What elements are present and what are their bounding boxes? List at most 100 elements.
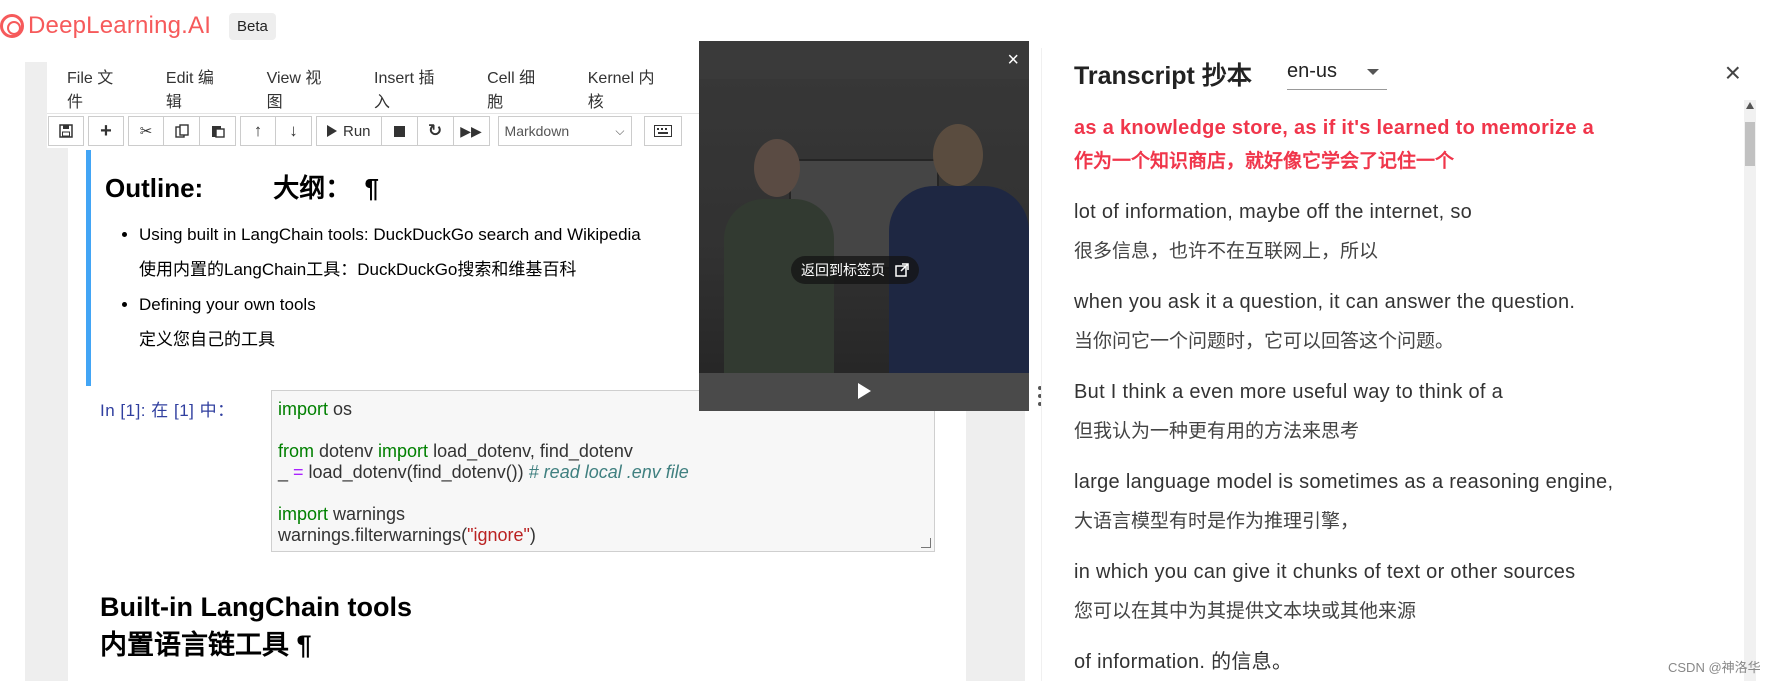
- transcript-close-button[interactable]: ×: [1725, 59, 1741, 87]
- segment-en: as a knowledge store, as if it's learned…: [1074, 117, 1595, 139]
- external-link-icon: [895, 263, 909, 277]
- stop-icon: [393, 125, 405, 137]
- transcript-scrollbar[interactable]: [1744, 100, 1756, 681]
- outline-heading: Outline: 大纲： ¶: [105, 168, 706, 205]
- code-token: =: [293, 462, 304, 482]
- code-editor[interactable]: import os from dotenv import load_dotenv…: [271, 390, 935, 552]
- arrow-down-icon: ↓: [289, 121, 298, 140]
- video-header: ×: [699, 41, 1029, 79]
- video-close-button[interactable]: ×: [1007, 50, 1019, 70]
- return-to-tab-button[interactable]: 返回到标签页: [791, 256, 919, 284]
- copy-icon: [174, 124, 189, 138]
- insert-cell-button[interactable]: +: [88, 116, 124, 146]
- transcript-list: as a knowledge store, as if it's learned…: [1074, 114, 1674, 681]
- language-select[interactable]: en-us: [1287, 54, 1387, 90]
- plus-icon: +: [100, 119, 112, 142]
- code-token: import: [278, 399, 329, 419]
- code-token: warnings: [328, 504, 406, 524]
- transcript-panel: Transcript 抄本 en-us × as a knowledge sto…: [1041, 48, 1779, 681]
- input-prompt: In [1]: 在 [1] 中：: [100, 401, 235, 420]
- code-token: import: [278, 504, 329, 524]
- notebook-toolbar: + ✂ ↑ ↓ Run ↻ ▶▶ Markdown ⌵: [47, 114, 707, 148]
- bullet-zh: 使用内置的LangChain工具：DuckDuckGo搜索和维基百科: [139, 260, 577, 279]
- chevron-down-icon: ⌵: [615, 123, 625, 138]
- deeplearning-logo[interactable]: DeepLearning.AI: [0, 12, 211, 40]
- restart-run-all-button[interactable]: ▶▶: [453, 116, 490, 146]
- transcript-segment[interactable]: But I think a even more useful way to th…: [1074, 378, 1674, 446]
- pilcrow-anchor[interactable]: ¶: [364, 173, 378, 203]
- run-button[interactable]: Run: [316, 116, 382, 146]
- code-token: os: [328, 399, 353, 419]
- play-icon[interactable]: [858, 383, 871, 399]
- move-up-button[interactable]: ↑: [240, 116, 276, 146]
- menu-view[interactable]: View 视图: [267, 64, 337, 112]
- segment-en: But I think a even more useful way to th…: [1074, 381, 1504, 403]
- paste-button[interactable]: [200, 116, 236, 146]
- code-token: from: [278, 441, 314, 461]
- segment-zh: 当你问它一个问题时，它可以回答这个问题。: [1074, 331, 1455, 352]
- list-item: Using built in LangChain tools: DuckDuck…: [139, 217, 706, 287]
- beta-badge: Beta: [229, 13, 276, 40]
- save-icon: [59, 124, 73, 138]
- menu-cell[interactable]: Cell 细胞: [487, 64, 551, 112]
- segment-zh: 很多信息，也许不在互联网上，所以: [1074, 241, 1379, 262]
- transcript-segment[interactable]: lot of information, maybe off the intern…: [1074, 198, 1674, 266]
- menu-file[interactable]: File 文件: [67, 64, 129, 112]
- code-string: "ignore": [467, 525, 530, 545]
- notebook-menubar: File 文件 Edit 编辑 View 视图 Insert 插入 Cell 细…: [47, 62, 707, 114]
- transcript-segment[interactable]: in which you can give it chunks of text …: [1074, 558, 1674, 626]
- scroll-thumb[interactable]: [1745, 122, 1755, 166]
- bullet-en: Using built in LangChain tools: DuckDuck…: [139, 225, 641, 244]
- transcript-segment-active[interactable]: as a knowledge store, as if it's learned…: [1074, 114, 1674, 176]
- logo-icon: [0, 14, 24, 38]
- video-popup[interactable]: × 返回到标签页: [699, 41, 1029, 411]
- menu-insert[interactable]: Insert 插入: [374, 64, 450, 112]
- play-icon: [327, 125, 337, 137]
- language-value: en-us: [1287, 60, 1338, 82]
- code-token: import: [378, 441, 429, 461]
- run-label: Run: [343, 122, 371, 140]
- code-comment: # read local .env file: [528, 462, 689, 482]
- section-heading-zh: 内置语言链工具 ¶: [100, 630, 312, 660]
- section-heading-en: Built-in LangChain tools: [100, 592, 412, 622]
- outline-list: Using built in LangChain tools: DuckDuck…: [105, 217, 706, 357]
- bullet-zh: 定义您自己的工具: [139, 330, 275, 349]
- markdown-cell-outline[interactable]: Outline: 大纲： ¶ Using built in LangChain t…: [86, 150, 706, 386]
- restart-button[interactable]: ↻: [417, 116, 454, 146]
- caret-down-icon: [1367, 68, 1379, 75]
- cell-type-select[interactable]: Markdown ⌵: [497, 116, 632, 146]
- video-frame[interactable]: 返回到标签页: [699, 79, 1029, 373]
- code-token: ): [529, 525, 536, 545]
- scroll-up-icon[interactable]: [1746, 102, 1754, 109]
- bullet-en: Defining your own tools: [139, 295, 316, 314]
- code-token: dotenv: [314, 441, 379, 461]
- code-token: _: [278, 462, 294, 482]
- stop-button[interactable]: [381, 116, 418, 146]
- menu-edit[interactable]: Edit 编辑: [166, 64, 230, 112]
- cut-button[interactable]: ✂: [128, 116, 164, 146]
- list-item: Defining your own tools 定义您自己的工具: [139, 287, 706, 357]
- segment-zh: 作为一个知识商店，就好像它学会了记住一个: [1074, 151, 1455, 172]
- transcript-segment[interactable]: when you ask it a question, it can answe…: [1074, 288, 1674, 356]
- watermark: CSDN @神洛华: [1668, 660, 1761, 675]
- scissors-icon: ✂: [139, 123, 153, 140]
- segment-en: of information. 的信息。: [1074, 651, 1293, 673]
- section-heading: Built-in LangChain tools 内置语言链工具 ¶: [100, 588, 412, 664]
- segment-zh: 但我认为一种更有用的方法来思考: [1074, 421, 1360, 442]
- resize-handle[interactable]: [921, 538, 931, 548]
- video-controls: [699, 373, 1029, 411]
- move-down-button[interactable]: ↓: [276, 116, 312, 146]
- segment-en: when you ask it a question, it can answe…: [1074, 291, 1576, 313]
- copy-button[interactable]: [164, 116, 200, 146]
- cell-type-value: Markdown: [504, 123, 570, 139]
- segment-zh: 大语言模型有时是作为推理引擎，: [1074, 511, 1360, 532]
- transcript-segment[interactable]: of information. 的信息。: [1074, 648, 1674, 676]
- segment-en: in which you can give it chunks of text …: [1074, 561, 1576, 583]
- transcript-segment[interactable]: large language model is sometimes as a r…: [1074, 468, 1674, 536]
- save-button[interactable]: [48, 116, 84, 146]
- return-label: 返回到标签页: [801, 262, 885, 278]
- code-token: load_dotenv(find_dotenv()): [303, 462, 529, 482]
- menu-kernel[interactable]: Kernel 内核: [588, 64, 670, 112]
- command-palette-button[interactable]: [643, 116, 682, 146]
- restart-icon: ↻: [427, 121, 443, 140]
